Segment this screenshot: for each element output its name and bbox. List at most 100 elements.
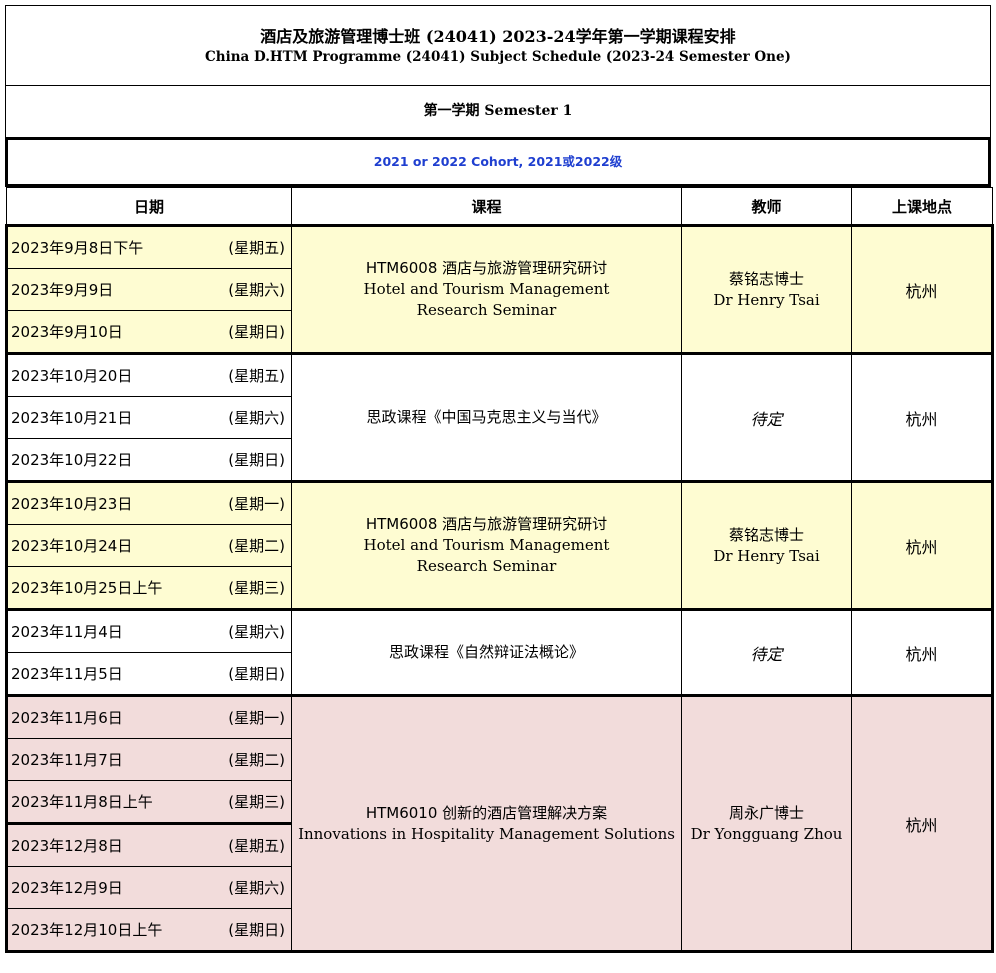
- column-header-date: 日期: [6, 187, 292, 227]
- weekday-text: (星期五): [228, 239, 285, 257]
- weekday-text: (星期一): [228, 495, 285, 513]
- date-text: 2023年10月20日: [11, 367, 133, 385]
- course-name-english: Innovations in Hospitality Management So…: [298, 824, 675, 843]
- table-row: 2023年9月8日下午 (星期五) HTM6008 酒店与旅游管理研究研讨 Hotel…: [5, 225, 994, 354]
- course-name-chinese: HTM6010 创新的酒店管理解决方案: [365, 803, 608, 822]
- schedule-body: 2023年9月8日下午 (星期五) HTM6008 酒店与旅游管理研究研讨 Hotel…: [5, 225, 994, 953]
- weekday-text: (星期日): [228, 665, 285, 683]
- teacher-name-chinese: 周永广博士: [728, 803, 804, 822]
- column-header-course: 课程: [291, 187, 682, 227]
- date-text: 2023年9月9日: [11, 281, 114, 299]
- weekday-text: (星期日): [228, 323, 285, 341]
- course-cell: HTM6008 酒店与旅游管理研究研讨 Hotel and Tourism Man…: [291, 225, 682, 354]
- date-cell: 2023年12月10日上午 (星期日): [5, 908, 292, 953]
- semester-heading: 第一学期 Semester 1: [6, 86, 990, 139]
- date-text: 2023年11月4日: [11, 623, 123, 641]
- schedule-sheet: 酒店及旅游管理博士班 (24041) 2023-24学年第一学期课程安排 Chi…: [5, 5, 994, 953]
- weekday-text: (星期日): [228, 451, 285, 469]
- date-text: 2023年9月8日下午: [11, 239, 144, 257]
- date-cell: 2023年12月8日 (星期五): [5, 823, 292, 867]
- weekday-text: (星期五): [228, 837, 285, 855]
- table-row: 2023年10月23日 (星期一) HTM6008 酒店与旅游管理研究研讨 Hotel…: [5, 480, 994, 610]
- course-cell: 思政课程《中国马克思主义与当代》: [291, 352, 682, 482]
- date-cell: 2023年10月20日 (星期五): [5, 352, 292, 397]
- teacher-cell: 待定: [681, 352, 852, 482]
- teacher-name-chinese: 蔡铭志博士: [728, 269, 804, 288]
- course-name-chinese: HTM6008 酒店与旅游管理研究研讨: [365, 515, 608, 533]
- location-cell: 杭州: [851, 608, 994, 696]
- teacher-name-chinese: 待定: [750, 409, 783, 429]
- date-cell: 2023年11月7日 (星期二): [5, 738, 292, 781]
- weekday-text: (星期日): [228, 921, 285, 939]
- date-cell: 2023年11月6日 (星期一): [5, 694, 292, 739]
- table-row: 2023年10月20日 (星期五) 思政课程《中国马克思主义与当代》 待定 杭州: [5, 352, 994, 482]
- course-name-chinese: 思政课程《自然辩证法概论》: [388, 643, 584, 661]
- location-cell: 杭州: [851, 352, 994, 482]
- date-text: 2023年10月23日: [11, 495, 133, 513]
- date-cell: 2023年11月5日 (星期日): [5, 652, 292, 696]
- date-cell: 2023年11月4日 (星期六): [5, 608, 292, 653]
- location-cell: 杭州: [851, 480, 994, 610]
- weekday-text: (星期三): [228, 793, 285, 811]
- date-text: 2023年10月24日: [11, 537, 133, 555]
- date-cell: 2023年10月23日 (星期一): [5, 480, 292, 525]
- column-header-teacher: 教师: [681, 187, 852, 227]
- date-text: 2023年12月10日上午: [11, 921, 163, 939]
- date-text: 2023年12月8日: [11, 837, 123, 855]
- weekday-text: (星期五): [228, 367, 285, 385]
- page-title-chinese: 酒店及旅游管理博士班 (24041) 2023-24学年第一学期课程安排: [260, 27, 736, 46]
- date-text: 2023年11月5日: [11, 665, 123, 683]
- teacher-cell: 待定: [681, 608, 852, 696]
- title-block: 酒店及旅游管理博士班 (24041) 2023-24学年第一学期课程安排 Chi…: [6, 6, 990, 86]
- course-cell: HTM6010 创新的酒店管理解决方案 Innovations in Hospit…: [291, 694, 682, 953]
- table-row: 2023年11月6日 (星期一) HTM6010 创新的酒店管理解决方案 Innova…: [5, 694, 994, 953]
- weekday-text: (星期三): [228, 579, 285, 597]
- date-cell: 2023年10月21日 (星期六): [5, 396, 292, 439]
- course-cell: 思政课程《自然辩证法概论》: [291, 608, 682, 696]
- teacher-cell: 蔡铭志博士 Dr Henry Tsai: [681, 480, 852, 610]
- weekday-text: (星期六): [228, 879, 285, 897]
- schedule-table: 日期 课程 教师 上课地点 2023年9月8日下午 (星期五) HTM6008 酒店…: [5, 187, 994, 953]
- document-header: 酒店及旅游管理博士班 (24041) 2023-24学年第一学期课程安排 Chi…: [5, 5, 991, 139]
- teacher-cell: 蔡铭志博士 Dr Henry Tsai: [681, 225, 852, 354]
- date-text: 2023年10月22日: [11, 451, 133, 469]
- course-name-chinese: 思政课程《中国马克思主义与当代》: [366, 408, 607, 426]
- teacher-cell: 周永广博士 Dr Yongguang Zhou: [681, 694, 852, 953]
- location-cell: 杭州: [851, 225, 994, 354]
- location-cell: 杭州: [851, 694, 994, 953]
- date-cell: 2023年10月25日上午 (星期三): [5, 566, 292, 610]
- cohort-heading: 2021 or 2022 Cohort, 2021或2022级: [5, 139, 991, 187]
- date-cell: 2023年9月9日 (星期六): [5, 268, 292, 311]
- table-header-row: 日期 课程 教师 上课地点: [6, 187, 993, 227]
- weekday-text: (星期二): [228, 751, 285, 769]
- weekday-text: (星期二): [228, 537, 285, 555]
- date-text: 2023年11月7日: [11, 751, 123, 769]
- teacher-name-chinese: 蔡铭志博士: [728, 525, 804, 544]
- teacher-name-english: Dr Yongguang Zhou: [690, 824, 843, 843]
- date-cell: 2023年12月9日 (星期六): [5, 866, 292, 909]
- weekday-text: (星期六): [228, 623, 285, 641]
- course-name-chinese: HTM6008 酒店与旅游管理研究研讨: [365, 259, 608, 277]
- teacher-name-english: Dr Henry Tsai: [713, 546, 820, 565]
- date-text: 2023年11月6日: [11, 709, 123, 727]
- weekday-text: (星期六): [228, 409, 285, 427]
- course-name-english: Hotel and Tourism Management Research Se…: [363, 280, 610, 319]
- date-text: 2023年10月21日: [11, 409, 133, 427]
- page-title-english: China D.HTM Programme (24041) Subject Sc…: [205, 49, 791, 65]
- date-cell: 2023年10月24日 (星期二): [5, 524, 292, 567]
- date-text: 2023年10月25日上午: [11, 579, 163, 597]
- date-text: 2023年11月8日上午: [11, 793, 153, 811]
- date-cell: 2023年10月22日 (星期日): [5, 438, 292, 482]
- date-cell: 2023年11月8日上午 (星期三): [5, 780, 292, 825]
- weekday-text: (星期一): [228, 709, 285, 727]
- column-header-location: 上课地点: [851, 187, 993, 227]
- weekday-text: (星期六): [228, 281, 285, 299]
- course-cell: HTM6008 酒店与旅游管理研究研讨 Hotel and Tourism Man…: [291, 480, 682, 610]
- course-name-english: Hotel and Tourism Management Research Se…: [363, 536, 610, 575]
- teacher-name-english: Dr Henry Tsai: [713, 290, 820, 309]
- date-text: 2023年12月9日: [11, 879, 123, 897]
- table-row: 2023年11月4日 (星期六) 思政课程《自然辩证法概论》 待定 杭州: [5, 608, 994, 696]
- date-cell: 2023年9月8日下午 (星期五): [5, 225, 292, 269]
- teacher-name-chinese: 待定: [750, 644, 783, 664]
- date-text: 2023年9月10日: [11, 323, 123, 341]
